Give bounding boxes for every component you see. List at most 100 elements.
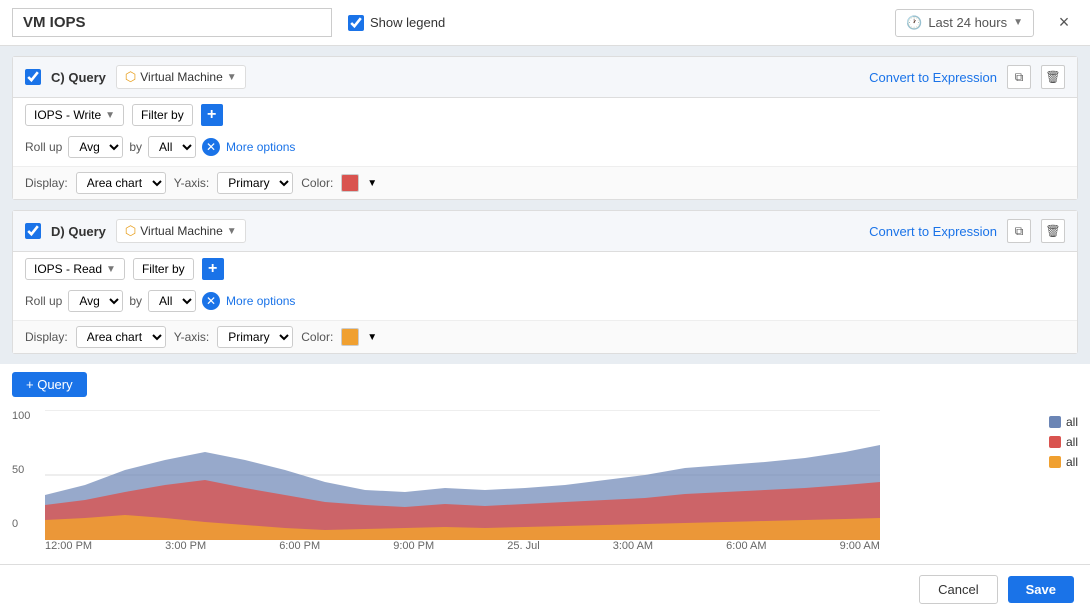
vm-icon: ⬡ [125, 69, 136, 85]
title-input[interactable] [12, 8, 332, 37]
color-c-swatch[interactable] [341, 174, 359, 192]
color-d-swatch[interactable] [341, 328, 359, 346]
delete-query-c-button[interactable]: 🗑 [1041, 65, 1065, 89]
add-filter-c-button[interactable]: + [201, 104, 223, 126]
more-options-d-link[interactable]: More options [226, 294, 295, 308]
legend-label-1: all [1066, 435, 1078, 449]
x-label-0: 12:00 PM [45, 540, 92, 552]
legend-item-1: all [1049, 435, 1078, 449]
query-c-metric-dropdown[interactable]: IOPS - Write ▼ [25, 104, 124, 126]
query-c-checkbox[interactable] [25, 69, 41, 85]
show-legend-checkbox[interactable] [348, 15, 364, 31]
more-options-c-link[interactable]: More options [226, 140, 295, 154]
legend-dot-2 [1049, 456, 1061, 468]
color-c-label: Color: [301, 176, 333, 190]
color-d-dropdown[interactable]: ▼ [367, 332, 377, 343]
delete-query-d-button[interactable]: 🗑 [1041, 219, 1065, 243]
chart-svg [45, 410, 915, 540]
yaxis-d-label: Y-axis: [174, 330, 210, 344]
x-label-5: 3:00 AM [613, 540, 653, 552]
convert-expression-c-link[interactable]: Convert to Expression [869, 70, 997, 85]
rollup-c-func-select[interactable]: Avg [68, 136, 123, 158]
query-c-vm-label: Virtual Machine [140, 70, 223, 84]
time-range-label: Last 24 hours [928, 15, 1007, 30]
x-label-4: 25. Jul [507, 540, 539, 552]
color-c-dropdown[interactable]: ▼ [367, 178, 377, 189]
chart-type-d-select[interactable]: Area chart [76, 326, 166, 348]
save-button[interactable]: Save [1008, 576, 1074, 603]
rollup-by-c-label: by [129, 140, 142, 154]
clock-icon: 🕐 [906, 15, 922, 31]
rollup-d-func-select[interactable]: Avg [68, 290, 123, 312]
queries-area: C) Query ⬡ Virtual Machine ▼ Convert to … [0, 46, 1090, 364]
copy-query-c-button[interactable]: ⧉ [1007, 65, 1031, 89]
x-label-7: 9:00 AM [840, 540, 880, 552]
show-legend-text: Show legend [370, 15, 445, 30]
footer: Cancel Save [0, 564, 1090, 614]
legend-item-0: all [1049, 415, 1078, 429]
chevron-down-icon: ▼ [227, 226, 237, 237]
clear-rollup-c-button[interactable]: ✕ [202, 138, 220, 156]
query-d-checkbox[interactable] [25, 223, 41, 239]
convert-expression-d-link[interactable]: Convert to Expression [869, 224, 997, 239]
copy-query-d-button[interactable]: ⧉ [1007, 219, 1031, 243]
query-d-vm-label: Virtual Machine [140, 224, 223, 238]
query-d-vm-dropdown[interactable]: ⬡ Virtual Machine ▼ [116, 219, 246, 243]
query-c-rollup-row: Roll up Avg by All ✕ More options [13, 132, 1077, 166]
query-c-display-row: Display: Area chart Y-axis: Primary Colo… [13, 166, 1077, 199]
filter-by-c-button[interactable]: Filter by [132, 104, 193, 126]
legend-label-2: all [1066, 455, 1078, 469]
x-axis: 12:00 PM 3:00 PM 6:00 PM 9:00 PM 25. Jul… [45, 540, 880, 552]
chevron-down-icon: ▼ [105, 110, 115, 121]
rollup-by-d-label: by [129, 294, 142, 308]
query-d-header: D) Query ⬡ Virtual Machine ▼ Convert to … [13, 211, 1077, 252]
y-axis: 100 50 0 [12, 410, 30, 530]
rollup-d-by-select[interactable]: All [148, 290, 196, 312]
metric-c-label: IOPS - Write [34, 108, 101, 122]
query-block-c: C) Query ⬡ Virtual Machine ▼ Convert to … [12, 56, 1078, 200]
y-label-50: 50 [12, 464, 30, 476]
display-c-label: Display: [25, 176, 68, 190]
chart-area: 100 50 0 12:00 PM 3:00 PM 6:00 PM 9:00 P… [0, 405, 1090, 564]
query-d-label: D) Query [51, 224, 106, 239]
display-d-label: Display: [25, 330, 68, 344]
y-label-0: 0 [12, 518, 30, 530]
query-c-metric-row: IOPS - Write ▼ Filter by + [13, 98, 1077, 132]
query-d-metric-row: IOPS - Read ▼ Filter by + [13, 252, 1077, 286]
add-filter-d-button[interactable]: + [202, 258, 224, 280]
header: Show legend 🕐 Last 24 hours ▼ × [0, 0, 1090, 46]
metric-d-label: IOPS - Read [34, 262, 102, 276]
x-label-1: 3:00 PM [165, 540, 206, 552]
query-block-d: D) Query ⬡ Virtual Machine ▼ Convert to … [12, 210, 1078, 354]
clear-rollup-d-button[interactable]: ✕ [202, 292, 220, 310]
yaxis-c-label: Y-axis: [174, 176, 210, 190]
query-c-vm-dropdown[interactable]: ⬡ Virtual Machine ▼ [116, 65, 246, 89]
show-legend-label: Show legend [348, 15, 445, 31]
rollup-c-by-select[interactable]: All [148, 136, 196, 158]
vm-icon: ⬡ [125, 223, 136, 239]
add-query-button[interactable]: + Query [12, 372, 87, 397]
cancel-button[interactable]: Cancel [919, 575, 997, 604]
close-button[interactable]: × [1050, 9, 1078, 37]
yaxis-d-select[interactable]: Primary [217, 326, 293, 348]
color-d-label: Color: [301, 330, 333, 344]
query-c-header: C) Query ⬡ Virtual Machine ▼ Convert to … [13, 57, 1077, 98]
chart-legend: all all all [1049, 415, 1078, 469]
yaxis-c-select[interactable]: Primary [217, 172, 293, 194]
y-label-100: 100 [12, 410, 30, 422]
time-range-dropdown[interactable]: 🕐 Last 24 hours ▼ [895, 9, 1034, 37]
rollup-d-label: Roll up [25, 294, 62, 308]
x-label-6: 6:00 AM [726, 540, 766, 552]
chevron-down-icon: ▼ [227, 72, 237, 83]
chevron-down-icon: ▼ [1013, 17, 1023, 28]
query-c-label: C) Query [51, 70, 106, 85]
filter-by-d-button[interactable]: Filter by [133, 258, 194, 280]
legend-dot-1 [1049, 436, 1061, 448]
query-d-metric-dropdown[interactable]: IOPS - Read ▼ [25, 258, 125, 280]
query-d-display-row: Display: Area chart Y-axis: Primary Colo… [13, 320, 1077, 353]
x-label-2: 6:00 PM [279, 540, 320, 552]
x-label-3: 9:00 PM [393, 540, 434, 552]
chart-type-c-select[interactable]: Area chart [76, 172, 166, 194]
add-query-row: + Query [0, 364, 1090, 405]
legend-label-0: all [1066, 415, 1078, 429]
